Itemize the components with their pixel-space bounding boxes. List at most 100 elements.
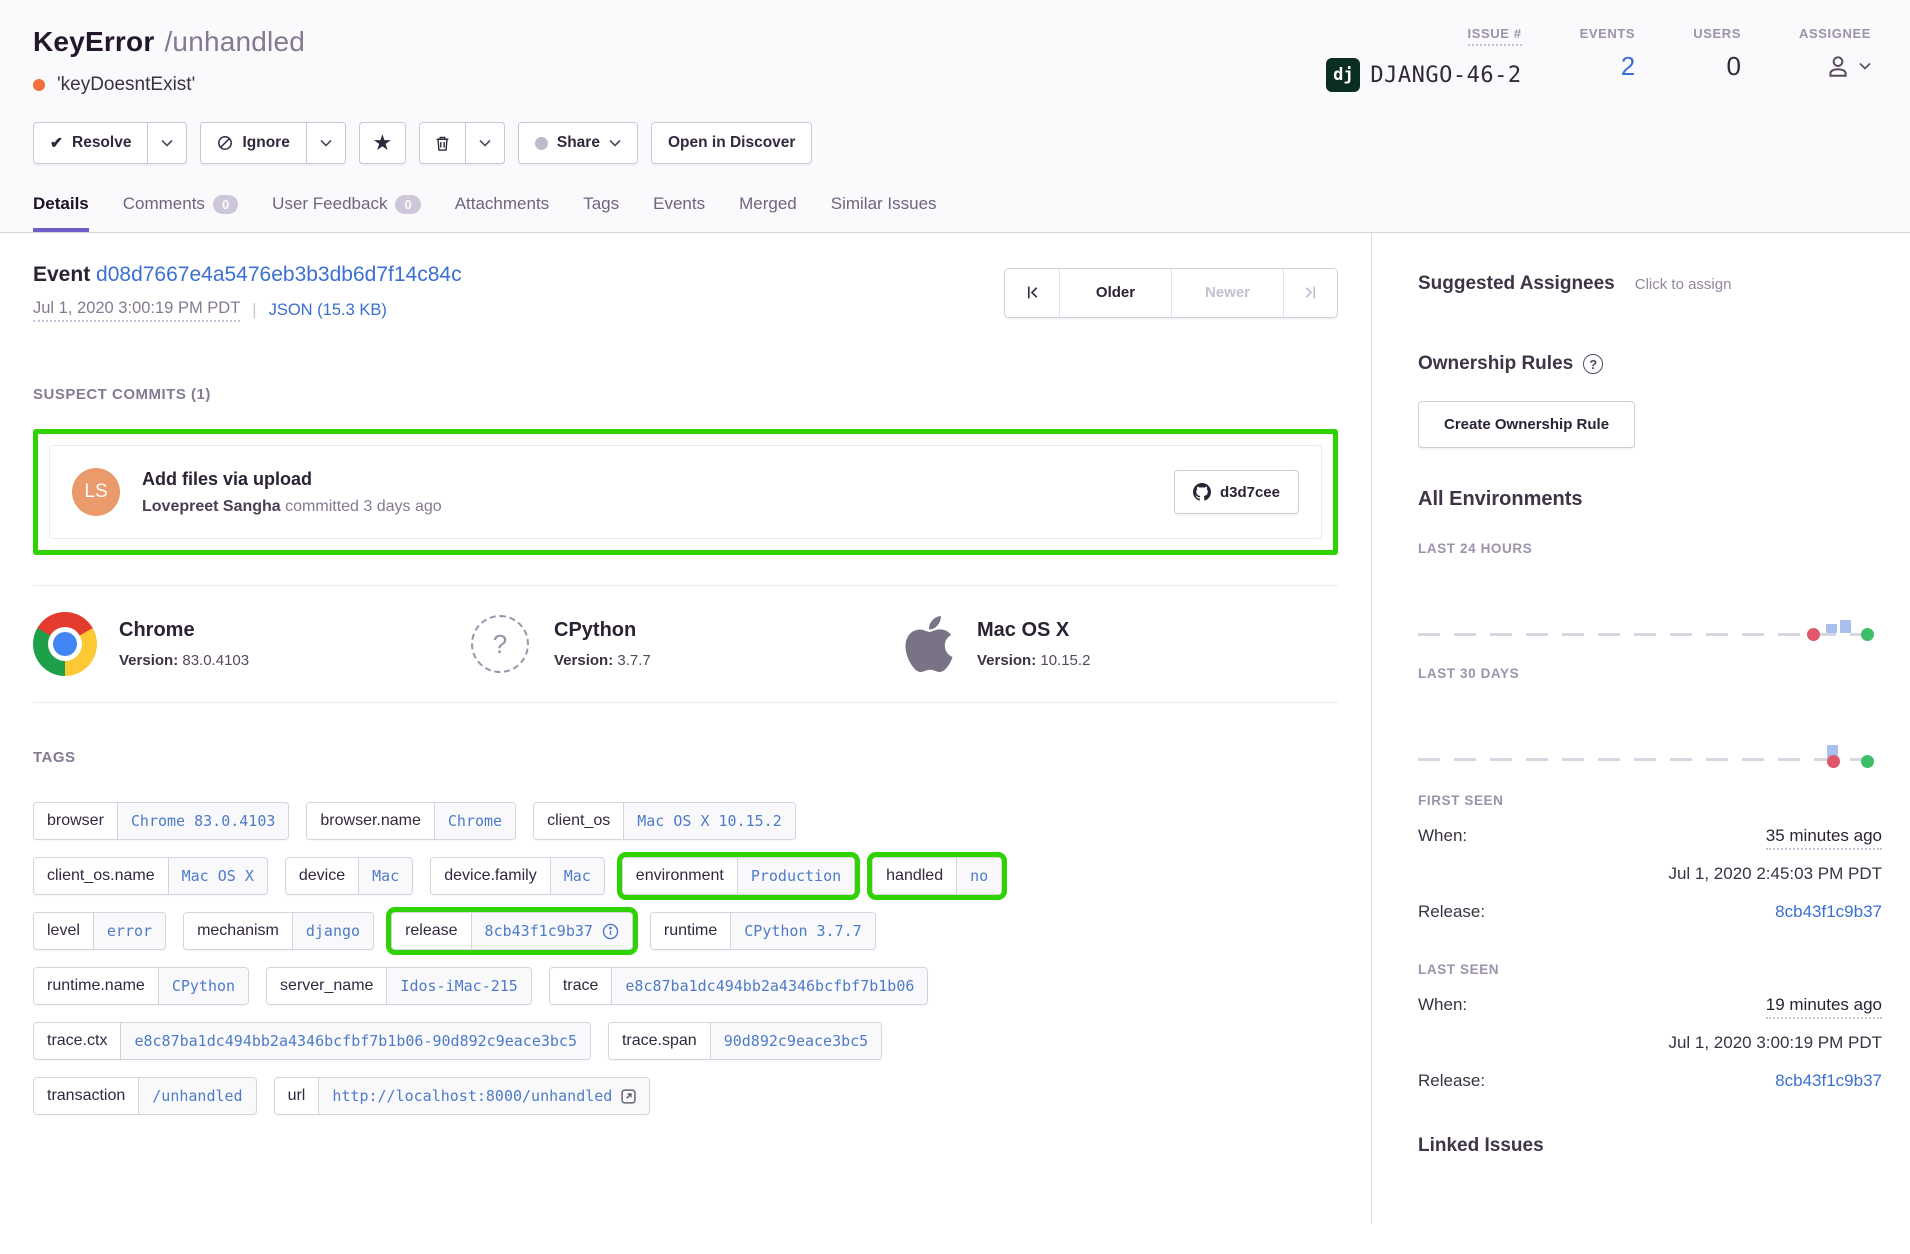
- tab-tags[interactable]: Tags: [583, 194, 619, 232]
- last-seen-release-link[interactable]: 8cb43f1c9b37: [1775, 1071, 1882, 1091]
- tab-label: Attachments: [455, 194, 550, 214]
- stat-issue-number: ISSUE # dj DJANGO-46-2: [1326, 26, 1521, 92]
- last-24-hours-sparkline[interactable]: [1418, 556, 1882, 642]
- tag-value-link[interactable]: Mac: [550, 858, 604, 894]
- first-seen-marker-icon: [1827, 755, 1840, 768]
- tag-pill-handled[interactable]: handledno: [872, 857, 1002, 895]
- last-24-hours-label: LAST 24 HOURS: [1418, 541, 1882, 556]
- tags-heading: TAGS: [33, 749, 1338, 766]
- event-id-link[interactable]: d08d7667e4a5476eb3b3db6d7f14c84c: [96, 263, 462, 286]
- tag-value-link[interactable]: no: [956, 858, 1001, 894]
- info-icon[interactable]: [602, 923, 619, 940]
- newer-event-button[interactable]: Newer: [1171, 269, 1283, 317]
- version-label: Version:: [977, 652, 1036, 669]
- newest-event-button[interactable]: [1283, 269, 1337, 317]
- tag-pill-level[interactable]: levelerror: [33, 912, 166, 950]
- tag-value-link[interactable]: e8c87ba1dc494bb2a4346bcfbf7b1b06-90d892c…: [120, 1023, 590, 1059]
- ownership-rules-heading: Ownership Rules: [1418, 353, 1573, 375]
- tag-pill-trace.span[interactable]: trace.span90d892c9eace3bc5: [608, 1022, 882, 1060]
- tag-value-link[interactable]: Idos-iMac-215: [386, 968, 530, 1004]
- context-browser-name: Chrome: [119, 619, 249, 642]
- tag-pill-runtime.name[interactable]: runtime.nameCPython: [33, 967, 249, 1005]
- older-event-button[interactable]: Older: [1059, 269, 1171, 317]
- tag-value-link[interactable]: http://localhost:8000/unhandled: [318, 1078, 649, 1114]
- context-browser: Chrome Version: 83.0.4103: [33, 612, 468, 676]
- tag-pill-browser.name[interactable]: browser.nameChrome: [306, 802, 516, 840]
- tag-value-link[interactable]: error: [93, 913, 165, 949]
- tag-pill-transaction[interactable]: transaction/unhandled: [33, 1077, 257, 1115]
- when-label: When:: [1418, 826, 1467, 846]
- tag-value-link[interactable]: CPython 3.7.7: [730, 913, 874, 949]
- tag-pill-trace.ctx[interactable]: trace.ctxe8c87ba1dc494bb2a4346bcfbf7b1b0…: [33, 1022, 591, 1060]
- tag-value-link[interactable]: 90d892c9eace3bc5: [710, 1023, 882, 1059]
- tag-pill-browser[interactable]: browserChrome 83.0.4103: [33, 802, 289, 840]
- suggested-assignees-heading: Suggested Assignees: [1418, 273, 1615, 295]
- tab-count-badge: 0: [395, 195, 420, 214]
- tag-key: release: [392, 913, 470, 949]
- tag-pill-mechanism[interactable]: mechanismdjango: [183, 912, 374, 950]
- open-in-discover-button[interactable]: Open in Discover: [652, 123, 811, 163]
- tag-pill-device.family[interactable]: device.familyMac: [430, 857, 605, 895]
- first-seen-release-link[interactable]: 8cb43f1c9b37: [1775, 902, 1882, 922]
- tag-pill-client_os[interactable]: client_osMac OS X 10.15.2: [533, 802, 796, 840]
- tag-value-link[interactable]: CPython: [158, 968, 248, 1004]
- tag-value-link[interactable]: django: [292, 913, 373, 949]
- last-30-days-sparkline[interactable]: [1418, 681, 1882, 767]
- tag-value-link[interactable]: e8c87ba1dc494bb2a4346bcfbf7b1b06: [611, 968, 927, 1004]
- action-toolbar: ✔ Resolve Ignore ★: [33, 122, 1877, 164]
- tag-value-link[interactable]: 8cb43f1c9b37: [471, 913, 632, 949]
- ignore-button[interactable]: Ignore: [201, 123, 305, 163]
- tab-label: Comments: [123, 194, 205, 214]
- tab-comments[interactable]: Comments0: [123, 194, 238, 232]
- bookmark-star-button[interactable]: ★: [360, 123, 405, 163]
- tag-key: transaction: [34, 1078, 138, 1114]
- ignore-dropdown-button[interactable]: [306, 123, 345, 163]
- resolve-dropdown-button[interactable]: [147, 123, 186, 163]
- tag-pill-url[interactable]: urlhttp://localhost:8000/unhandled: [274, 1077, 651, 1115]
- tab-events[interactable]: Events: [653, 194, 705, 232]
- linked-issues-heading: Linked Issues: [1418, 1135, 1882, 1157]
- stat-users: USERS 0: [1693, 26, 1741, 92]
- share-button[interactable]: Share: [519, 123, 637, 163]
- tab-details[interactable]: Details: [33, 194, 89, 232]
- oldest-event-button[interactable]: [1005, 269, 1059, 317]
- event-json-link[interactable]: JSON (15.3 KB): [269, 301, 387, 320]
- delete-dropdown-button[interactable]: [465, 123, 504, 163]
- commit-author-avatar: LS: [72, 468, 120, 516]
- when-label: When:: [1418, 995, 1467, 1015]
- version-label: Version:: [119, 652, 178, 669]
- assignee-dropdown[interactable]: [1825, 53, 1871, 79]
- tag-value-link[interactable]: Mac OS X 10.15.2: [623, 803, 795, 839]
- delete-button[interactable]: [420, 123, 465, 163]
- tag-pill-release[interactable]: release8cb43f1c9b37: [391, 912, 633, 950]
- event-heading-block: Event d08d7667e4a5476eb3b3db6d7f14c84c J…: [33, 263, 462, 322]
- tab-attachments[interactable]: Attachments: [455, 194, 550, 232]
- tag-pill-client_os.name[interactable]: client_os.nameMac OS X: [33, 857, 268, 895]
- last-seen-relative-time: 19 minutes ago: [1766, 995, 1882, 1019]
- tag-value-link[interactable]: Mac: [358, 858, 412, 894]
- create-ownership-rule-button[interactable]: Create Ownership Rule: [1418, 401, 1635, 448]
- tab-merged[interactable]: Merged: [739, 194, 797, 232]
- events-count-link[interactable]: 2: [1621, 53, 1635, 79]
- tag-value-link[interactable]: Chrome: [434, 803, 515, 839]
- tag-pill-server_name[interactable]: server_nameIdos-iMac-215: [266, 967, 532, 1005]
- issue-tabs: DetailsComments0User Feedback0Attachment…: [33, 194, 1877, 232]
- commit-meta-text: committed 3 days ago: [285, 498, 442, 515]
- tag-pill-trace[interactable]: tracee8c87ba1dc494bb2a4346bcfbf7b1b06: [549, 967, 929, 1005]
- tag-pill-device[interactable]: deviceMac: [285, 857, 413, 895]
- tab-user-feedback[interactable]: User Feedback0: [272, 194, 421, 232]
- tag-pill-runtime[interactable]: runtimeCPython 3.7.7: [650, 912, 876, 950]
- help-question-icon[interactable]: ?: [1583, 354, 1603, 374]
- external-link-icon[interactable]: [621, 1089, 636, 1104]
- commit-sha-button[interactable]: d3d7cee: [1174, 470, 1299, 514]
- runtime-version: 3.7.7: [617, 652, 650, 669]
- os-version: 10.15.2: [1040, 652, 1090, 669]
- tab-similar-issues[interactable]: Similar Issues: [831, 194, 937, 232]
- tag-value-link[interactable]: Production: [737, 858, 854, 894]
- tag-value-link[interactable]: Mac OS X: [168, 858, 267, 894]
- tag-value-link[interactable]: Chrome 83.0.4103: [117, 803, 289, 839]
- suspect-commits-heading: SUSPECT COMMITS (1): [33, 386, 1338, 403]
- resolve-button[interactable]: ✔ Resolve: [34, 123, 147, 163]
- tag-pill-environment[interactable]: environmentProduction: [622, 857, 855, 895]
- tag-value-link[interactable]: /unhandled: [138, 1078, 255, 1114]
